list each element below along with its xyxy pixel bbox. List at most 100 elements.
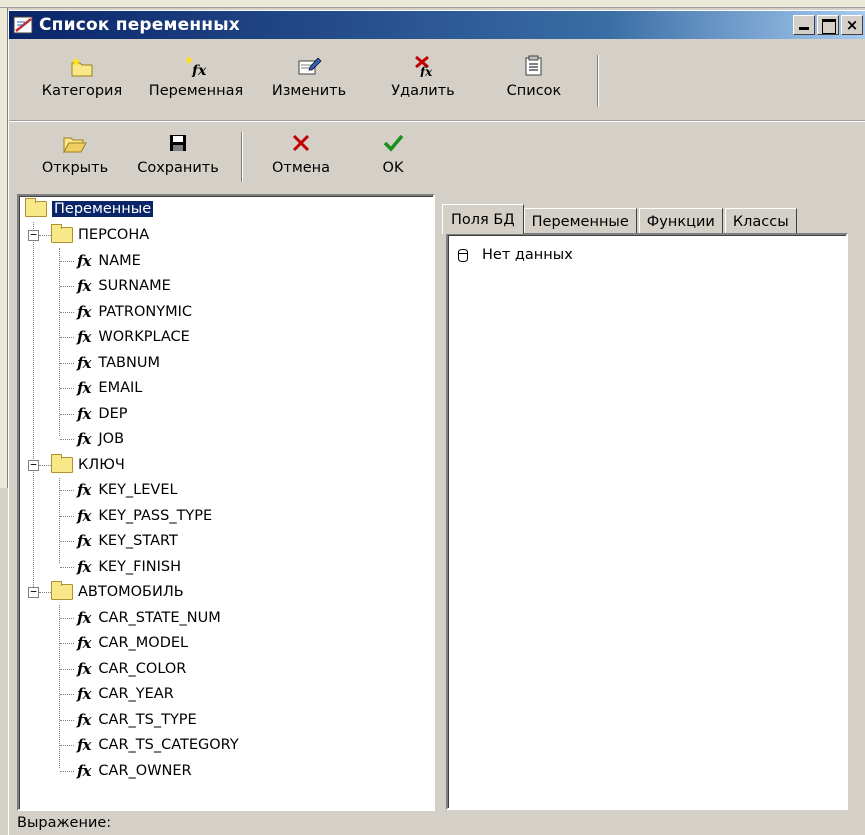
list-label: Список [506,83,562,99]
list-icon [519,55,549,77]
empty-list-item: Нет данных [458,247,573,263]
list-button[interactable]: Список [479,41,589,99]
tree-variable-label: CAR_TS_TYPE [98,711,197,728]
expression-label: Выражение: [17,815,112,831]
collapse-toggle[interactable]: − [28,586,39,598]
edit-button[interactable]: Изменить [251,41,367,99]
tree-line [60,541,74,542]
tree-variable-label: PATRONYMIC [98,303,192,320]
toolbar-edit: Категория fx Переменная Изменить fx Удал… [9,41,865,121]
function-icon: fx [77,302,91,321]
tree-variable[interactable]: fx KEY_START [77,530,178,552]
collapse-toggle[interactable]: − [28,459,39,471]
tree-variable[interactable]: fx CAR_TS_TYPE [77,709,197,731]
tree-variable-label: CAR_YEAR [98,686,174,702]
tree-variable-label: EMAIL [98,380,143,396]
tree-variable[interactable]: fx TABNUM [77,352,160,374]
tree-variable[interactable]: fx KEY_FINISH [77,556,181,578]
maximize-button[interactable] [817,15,839,35]
tree-line [60,515,74,517]
tree-category[interactable]: АВТОМОБИЛЬ [51,581,184,603]
app-icon [13,15,35,35]
tab-panel[interactable]: Нет данных [446,233,848,810]
function-icon: fx [77,251,91,270]
variable-button[interactable]: fx Переменная [141,41,251,99]
tree-variable-label: CAR_COLOR [98,660,187,677]
tree-variable[interactable]: fx CAR_STATE_NUM [77,607,221,629]
tree-variable-label: CAR_MODEL [98,635,189,651]
folder-icon [51,453,73,473]
title-bar[interactable]: Список переменных × [9,11,865,39]
tree-variable-label: CAR_OWNER [98,762,192,779]
tree-line [60,260,74,262]
tree-variable[interactable]: fx CAR_TS_CATEGORY [77,734,239,756]
function-icon: fx [77,557,91,576]
tab-variables[interactable]: Переменные [523,208,637,234]
tree-line [60,668,74,670]
tree-variable[interactable]: fx WORKPLACE [77,326,190,348]
function-icon: fx [77,277,91,295]
cancel-button[interactable]: Отмена [251,124,351,176]
function-icon: fx [77,328,91,346]
open-label: Открыть [41,160,109,176]
close-button[interactable]: × [841,15,863,35]
tree-variable[interactable]: fx CAR_YEAR [77,683,174,705]
category-button[interactable]: Категория [23,41,141,99]
function-icon: fx [77,659,91,678]
tree-variable-label: KEY_START [98,533,178,549]
save-icon [163,132,193,154]
cancel-label: Отмена [271,160,331,176]
tree-variable-label: NAME [98,252,141,269]
function-icon: fx [77,532,91,550]
category-label: Категория [41,83,123,99]
tab-classes[interactable]: Классы [724,208,797,234]
save-button[interactable]: Сохранить [123,124,233,176]
svg-text:fx: fx [191,63,207,77]
function-icon: fx [77,685,91,703]
function-icon: fx [77,404,91,423]
tree-variable[interactable]: fx DEP [77,403,127,425]
tree-variable-label: JOB [98,431,125,447]
tree-line [60,694,74,695]
tree-line [59,248,60,436]
background-window-strip [0,0,865,8]
tree-variable[interactable]: fx CAR_MODEL [77,632,188,654]
tree-variable[interactable]: fx KEY_LEVEL [77,479,178,501]
collapse-toggle[interactable]: − [28,229,39,241]
ok-button[interactable]: OK [361,124,425,176]
minimize-button[interactable] [793,15,815,35]
tree-variable[interactable]: fx PATRONYMIC [77,301,192,323]
ok-label: OK [382,160,404,176]
tree-category[interactable]: ПЕРСОНА [51,224,149,246]
tree-line [60,286,74,287]
delete-button[interactable]: fx Удалить [367,41,479,99]
variable-label: Переменная [148,83,244,99]
tree-category[interactable]: КЛЮЧ [51,453,125,476]
tree-line [33,222,34,589]
toolbar-file: Открыть Сохранить Отмена OK [9,124,865,192]
tree-variable[interactable]: fx JOB [77,428,124,450]
tree-variable[interactable]: fx NAME [77,250,141,272]
open-button[interactable]: Открыть [27,124,123,176]
tree-variable[interactable]: fx EMAIL [77,377,142,399]
variables-tree[interactable]: Переменные − ПЕРСОНА fx NAME fx SURNAME fx PATR… [17,194,435,811]
tree-variable-label: SURNAME [98,278,171,294]
tree-variable[interactable]: fx KEY_PASS_TYPE [77,505,212,527]
tree-variable-label: CAR_STATE_NUM [98,609,221,626]
tab-strip: Поля БД Переменные Функции Классы [442,204,799,234]
window-title: Список переменных [39,15,240,35]
tree-line [60,719,74,721]
splitter-handle[interactable] [435,194,443,812]
tree-category-label: АВТОМОБИЛЬ [78,584,184,600]
tab-db-fields[interactable]: Поля БД [442,204,524,234]
tree-root[interactable]: Переменные [25,198,155,220]
folder-icon [51,224,73,243]
tree-variable[interactable]: fx SURNAME [77,275,171,297]
edit-icon [294,55,324,77]
tab-functions[interactable]: Функции [638,208,723,234]
delete-label: Удалить [391,83,455,99]
tree-variable[interactable]: fx CAR_OWNER [77,760,192,782]
ok-check-icon [378,132,408,154]
tree-line [39,235,51,236]
tree-variable[interactable]: fx CAR_COLOR [77,658,186,680]
